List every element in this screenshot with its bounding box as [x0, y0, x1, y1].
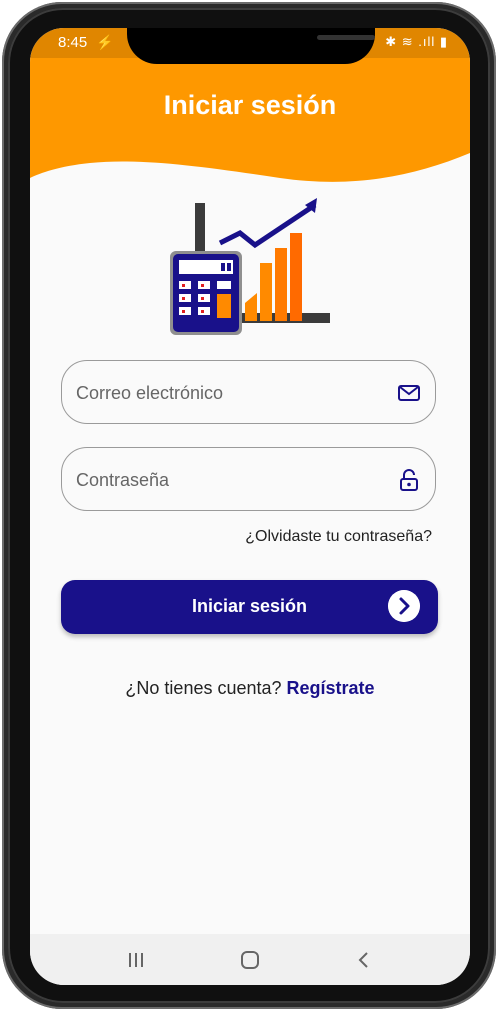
email-input[interactable] — [74, 361, 388, 425]
speaker — [317, 35, 375, 40]
status-icons: ✱ ≋ .ıll ▮ — [385, 34, 448, 49]
page-title: Iniciar sesión — [163, 90, 337, 120]
mail-icon — [398, 385, 420, 401]
forgot-password-link[interactable]: ¿Olvidaste tu contraseña? — [245, 528, 432, 546]
phone-frame: 8:45 ⚡ ✱ ≋ .ıll ▮ Iniciar sesión Correo … — [0, 0, 500, 1013]
chevron-right-icon — [388, 590, 420, 622]
login-button[interactable]: Iniciar sesión — [61, 580, 438, 634]
screen: 8:45 ⚡ ✱ ≋ .ıll ▮ Iniciar sesión Correo … — [30, 28, 470, 985]
signup-row: ¿No tienes cuenta? Regístrate — [30, 678, 470, 699]
header-wave — [30, 58, 470, 182]
unlock-icon[interactable] — [397, 468, 421, 492]
back-icon[interactable] — [352, 948, 376, 972]
recents-icon[interactable] — [124, 948, 148, 972]
camera-notch — [127, 28, 375, 64]
login-button-label: Iniciar sesión — [191, 596, 308, 616]
app-notification-icon: ⚡ — [96, 34, 114, 50]
signup-prompt: ¿No tienes cuenta? — [125, 678, 287, 698]
password-field[interactable] — [61, 447, 436, 512]
email-field[interactable] — [61, 360, 436, 425]
password-input[interactable] — [74, 448, 388, 512]
signup-link[interactable]: Regístrate — [287, 678, 375, 698]
status-time: 8:45 — [58, 34, 88, 51]
android-nav-bar — [30, 934, 470, 985]
calculator-chart-logo — [170, 198, 330, 335]
home-icon[interactable] — [238, 948, 262, 972]
